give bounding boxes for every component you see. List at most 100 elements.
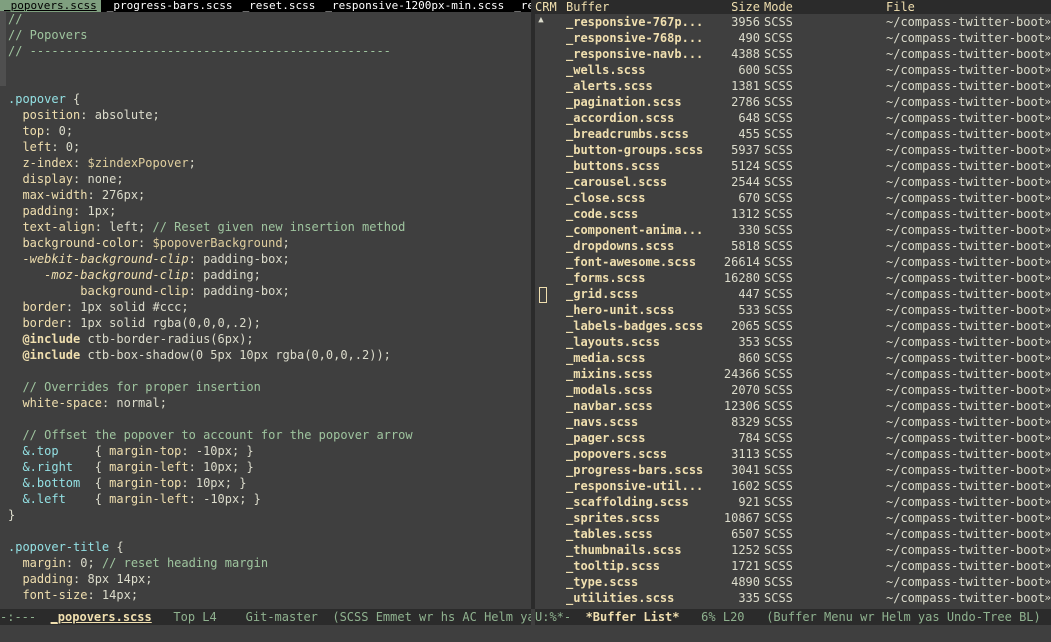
buffer-name[interactable]: _scaffolding.scss [566, 494, 722, 510]
buffer-name[interactable]: _modals.scss [566, 382, 722, 398]
code-token: margin-left [109, 492, 189, 506]
buffer-list-row[interactable]: _media.scss 860 SCSS ~/compass-twitter-boot… [535, 350, 1051, 366]
buffer-list-row[interactable]: _breadcrumbs.scss 455 SCSS ~/compass-twitte… [535, 126, 1051, 142]
buffer-name[interactable]: _font-awesome.scss [566, 254, 722, 270]
buffer-list-row[interactable]: _close.scss 670 SCSS ~/compass-twitter-boot… [535, 190, 1051, 206]
buffer-name[interactable]: _buttons.scss [566, 158, 722, 174]
buffer-list-row[interactable]: _responsive-768p... 490 SCSS ~/compass-twit… [535, 30, 1051, 46]
buffer-list-row[interactable]: _responsive-navb... 4388 SCSS ~/compass-twi… [535, 46, 1051, 62]
buffer-list-row[interactable]: _carousel.scss 2544 SCSS ~/compass-twitter-… [535, 174, 1051, 190]
buffer-name[interactable]: _popovers.scss [566, 446, 722, 462]
buffer-list-row[interactable]: _modals.scss 2070 SCSS ~/compass-twitter-bo… [535, 382, 1051, 398]
header-crm[interactable]: CRM [535, 0, 566, 14]
header-size[interactable]: Size [722, 0, 760, 14]
buffer-list-row[interactable]: _tooltip.scss 1721 SCSS ~/compass-twitter-b… [535, 558, 1051, 574]
buffer-name[interactable]: _responsive-util... [566, 478, 722, 494]
buffer-list-row[interactable]: _type.scss 4890 SCSS ~/compass-twitter-boot… [535, 574, 1051, 590]
buffer-list-row[interactable]: _grid.scss 447 SCSS ~/compass-twitter-boots… [535, 286, 1051, 302]
truncation-arrow-icon: » [1044, 255, 1051, 268]
mode-line-modes[interactable]: (Buffer Menu wr Helm yas Undo-Tree BL) [766, 610, 1041, 624]
buffer-name[interactable]: _layouts.scss [566, 334, 722, 350]
buffer-name[interactable]: _breadcrumbs.scss [566, 126, 722, 142]
buffer-list-row[interactable]: _dropdowns.scss 5818 SCSS ~/compass-twitter… [535, 238, 1051, 254]
buffer-name[interactable]: _thumbnails.scss [566, 542, 722, 558]
buffer-name[interactable]: _hero-unit.scss [566, 302, 722, 318]
buffer-name[interactable]: _responsive-768p... [566, 30, 722, 46]
code-token: : [138, 236, 153, 250]
buffer-name[interactable]: _pager.scss [566, 430, 722, 446]
buffer-name[interactable]: _forms.scss [566, 270, 722, 286]
truncation-arrow-icon: » [1044, 127, 1051, 140]
buffer-list-row[interactable]: _navbar.scss 12306 SCSS ~/compass-twitter-b… [535, 398, 1051, 414]
buffer-list-row[interactable]: _forms.scss 16280 SCSS ~/compass-twitter-bo… [535, 270, 1051, 286]
mode-line-buffer-name[interactable]: _popovers.scss [51, 610, 152, 624]
buffer-list-row[interactable]: _navs.scss 8329 SCSS ~/compass-twitter-boot… [535, 414, 1051, 430]
buffer-name[interactable]: _utilities.scss [566, 590, 722, 606]
buffer-list-row[interactable]: _utilities.scss 335 SCSS ~/compass-twitter-… [535, 590, 1051, 606]
code-token: : padding-box; [188, 284, 290, 298]
buffer-list-row[interactable]: _thumbnails.scss 1252 SCSS ~/compass-twitte… [535, 542, 1051, 558]
buffer-name[interactable]: _tooltip.scss [566, 558, 722, 574]
buffer-name[interactable]: _component-anima... [566, 222, 722, 238]
buffer-list-row[interactable]: _sprites.scss 10867 SCSS ~/compass-twitter-… [535, 510, 1051, 526]
code-token: : 1px solid #ccc; [65, 300, 189, 314]
header-buffer[interactable]: Buffer [566, 0, 722, 14]
buffer-name[interactable]: _mixins.scss [566, 366, 722, 382]
code-token: // [8, 12, 23, 26]
buffer-name[interactable]: _alerts.scss [566, 78, 722, 94]
code-token: .popover-title [8, 540, 110, 554]
buffer-list-row[interactable]: _button-groups.scss 5937 SCSS ~/compass-twi… [535, 142, 1051, 158]
buffer-name[interactable]: _sprites.scss [566, 510, 722, 526]
buffer-name[interactable]: _close.scss [566, 190, 722, 206]
buffer-list-row[interactable]: _responsive-util... 1602 SCSS ~/compass-twi… [535, 478, 1051, 494]
buffer-name[interactable]: _navs.scss [566, 414, 722, 430]
buffer-list-row[interactable]: _alerts.scss 1381 SCSS ~/compass-twitter-bo… [535, 78, 1051, 94]
buffer-list-row[interactable]: _progress-bars.scss 3041 SCSS ~/compass-twi… [535, 462, 1051, 478]
buffer-list-row[interactable]: _code.scss 1312 SCSS ~/compass-twitter-boot… [535, 206, 1051, 222]
buffer-list-row[interactable]: _font-awesome.scss 26614 SCSS ~/compass-twi… [535, 254, 1051, 270]
buffer-name[interactable]: _navbar.scss [566, 398, 722, 414]
buffer-list-row[interactable]: _labels-badges.scss 2065 SCSS ~/compass-twi… [535, 318, 1051, 334]
buffer-list-row[interactable]: _responsive-767p... 3956 SCSS ~/compass-twi… [535, 14, 1051, 30]
buffer-name[interactable]: _labels-badges.scss [566, 318, 722, 334]
buffer-list-row[interactable]: _pagination.scss 2786 SCSS ~/compass-twitte… [535, 94, 1051, 110]
buffer-list-row[interactable]: _accordion.scss 648 SCSS ~/compass-twitter-… [535, 110, 1051, 126]
buffer-list-row[interactable]: _buttons.scss 5124 SCSS ~/compass-twitter-b… [535, 158, 1051, 174]
buffer-list-row[interactable]: _tables.scss 6507 SCSS ~/compass-twitter-bo… [535, 526, 1051, 542]
code-editor[interactable]: // // Popovers // ------------------------… [8, 11, 528, 607]
buffer-mode: SCSS [764, 431, 793, 445]
buffer-name[interactable]: _tables.scss [566, 526, 722, 542]
buffer-list-row[interactable]: _wells.scss 600 SCSS ~/compass-twitter-boot… [535, 62, 1051, 78]
header-mode[interactable]: Mode [760, 0, 886, 14]
buffer-name[interactable]: _type.scss [566, 574, 722, 590]
buffer-name[interactable]: _dropdowns.scss [566, 238, 722, 254]
mode-line-vc[interactable]: Git-master [246, 610, 333, 624]
code-token: } [8, 508, 16, 522]
buffer-list-row[interactable]: _layouts.scss 353 SCSS ~/compass-twitter-bo… [535, 334, 1051, 350]
buffer-list-row[interactable]: _component-anima... 330 SCSS ~/compass-twit… [535, 222, 1051, 238]
buffer-name[interactable]: _code.scss [566, 206, 722, 222]
buffer-list-row[interactable]: _hero-unit.scss 533 SCSS ~/compass-twitter-… [535, 302, 1051, 318]
mode-line-modes[interactable]: (SCSS Emmet wr hs AC Helm yas [332, 610, 531, 624]
buffer-list-row[interactable]: _mixins.scss 24366 SCSS ~/compass-twitter-b… [535, 366, 1051, 382]
buffer-name[interactable]: _responsive-767p... [566, 14, 722, 30]
header-file[interactable]: File [886, 0, 1044, 14]
buffer-list-row[interactable]: _scaffolding.scss 921 SCSS ~/compass-twitte… [535, 494, 1051, 510]
buffer-list-row[interactable]: _pager.scss 784 SCSS ~/compass-twitter-boot… [535, 430, 1051, 446]
buffer-name[interactable]: _accordion.scss [566, 110, 722, 126]
buffer-size: 16280 [723, 271, 760, 285]
buffer-name[interactable]: _carousel.scss [566, 174, 722, 190]
mode-line-buffer-name[interactable]: *Buffer List* [586, 610, 680, 624]
buffer-list-row[interactable]: _popovers.scss 3113 SCSS ~/compass-twitter-… [535, 446, 1051, 462]
minibuffer[interactable] [0, 625, 1051, 642]
buffer-name[interactable]: _progress-bars.scss [566, 462, 722, 478]
buffer-name[interactable]: _grid.scss [566, 286, 722, 302]
buffer-size: 2544 [731, 175, 760, 189]
buffer-name[interactable]: _wells.scss [566, 62, 722, 78]
buffer-file: ~/compass-twitter-boots [886, 15, 1044, 29]
code-line: &.right { margin-left: 10px; } [8, 459, 528, 475]
buffer-name[interactable]: _button-groups.scss [566, 142, 722, 158]
buffer-name[interactable]: _responsive-navb... [566, 46, 722, 62]
buffer-name[interactable]: _pagination.scss [566, 94, 722, 110]
buffer-name[interactable]: _media.scss [566, 350, 722, 366]
